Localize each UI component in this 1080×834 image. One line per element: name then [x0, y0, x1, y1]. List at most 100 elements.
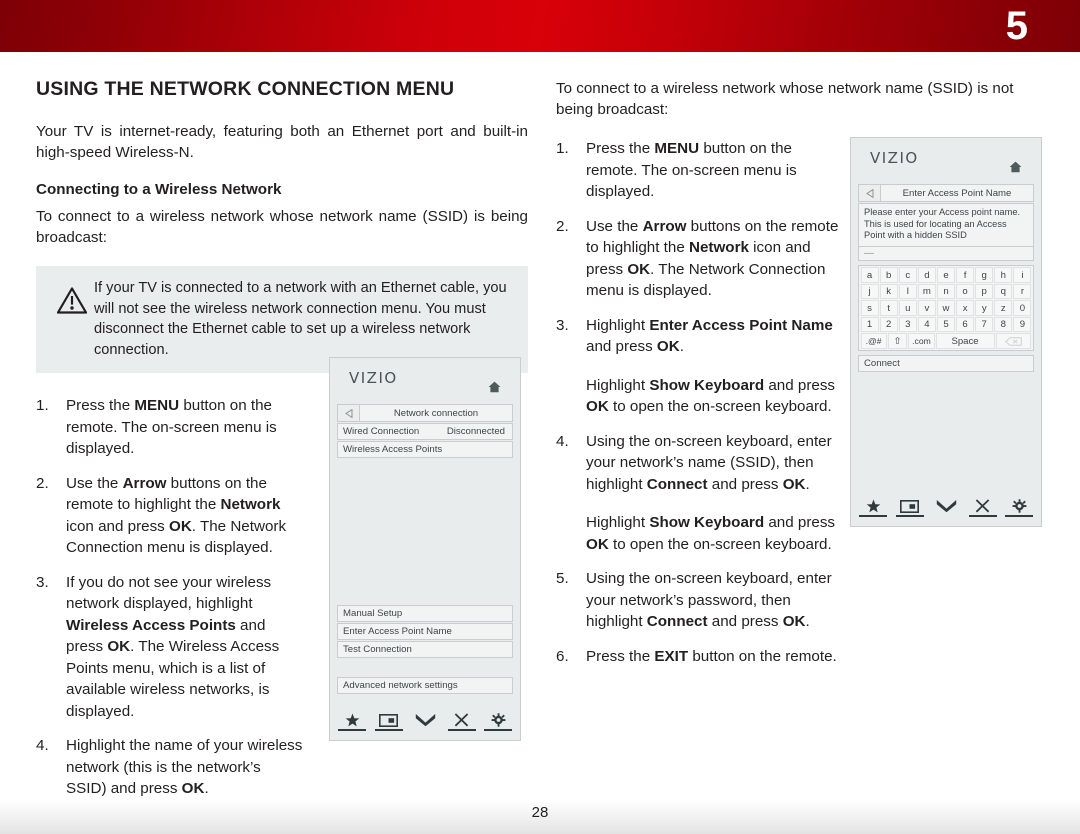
back-arrow-icon[interactable]: [338, 405, 360, 421]
picture-icon[interactable]: [895, 500, 925, 517]
keyboard-key-k[interactable]: k: [879, 283, 898, 300]
step-sub-text: Highlight Show Keyboard and press OK to …: [586, 376, 836, 416]
keyboard-key-i[interactable]: i: [1013, 267, 1032, 283]
keyboard-key-z[interactable]: z: [994, 300, 1013, 316]
star-icon[interactable]: [337, 713, 367, 731]
connect-button[interactable]: Connect: [858, 355, 1034, 373]
star-icon[interactable]: [858, 499, 888, 517]
tv-row-wired-connection[interactable]: Wired Connection Disconnected: [337, 423, 513, 440]
step-text: Highlight the name of your wireless netw…: [66, 737, 303, 797]
step-text: Using the on-screen keyboard, enter your…: [586, 570, 832, 630]
keyboard-key-q[interactable]: q: [994, 283, 1013, 300]
tv-menu-enter-access-point-name: VIZIO Enter Access Point Name Please ent…: [850, 137, 1042, 527]
keyboard-key-1[interactable]: 1: [860, 316, 879, 333]
icon-underline: [338, 729, 366, 731]
keyboard-key-y[interactable]: y: [975, 300, 994, 316]
keyboard-row: .@# ⇧ .com Space: [860, 333, 1032, 350]
tv-row-label: Test Connection: [343, 644, 412, 655]
ssid-input-field[interactable]: —: [858, 245, 1034, 261]
manual-page: 5 USING THE NETWORK CONNECTION MENU Your…: [0, 0, 1080, 834]
step-text: Press the MENU button on the remote. The…: [586, 140, 797, 200]
right-steps-list: 1. Press the MENU button on the remote. T…: [556, 138, 840, 667]
keyboard-key-x[interactable]: x: [956, 300, 975, 316]
gear-icon[interactable]: [483, 713, 513, 731]
keyboard-key-b[interactable]: b: [879, 267, 898, 283]
close-x-icon[interactable]: [447, 713, 477, 731]
page-number: 28: [531, 804, 549, 821]
on-screen-keyboard: a b c d e f g h i j k l m n o p q r s t u v w x y z 0 1 2 3 4 5 6 7 8 9 .@# ⇧…: [858, 264, 1034, 352]
keyboard-key-o[interactable]: o: [956, 283, 975, 300]
step-item: 2. Use the Arrow buttons on the remote to…: [556, 216, 840, 302]
keyboard-key-2[interactable]: 2: [879, 316, 898, 333]
keyboard-key-u[interactable]: u: [898, 300, 917, 316]
keyboard-key-a[interactable]: a: [860, 267, 879, 283]
picture-icon[interactable]: [374, 714, 404, 731]
keyboard-key-e[interactable]: e: [936, 267, 956, 283]
chapter-number: 5: [1005, 4, 1028, 48]
keyboard-key-p[interactable]: p: [975, 283, 994, 300]
vizio-logo: VIZIO: [870, 149, 919, 167]
left-steps-list: 1. Press the MENU button on the remote. T…: [36, 395, 304, 834]
keyboard-key-n[interactable]: n: [936, 283, 956, 300]
keyboard-key-j[interactable]: j: [860, 283, 879, 300]
step-text: Press the MENU button on the remote. The…: [66, 397, 277, 457]
tv-row-enter-access-point-name[interactable]: Enter Access Point Name: [337, 623, 513, 640]
icon-underline: [484, 729, 512, 731]
tv-brand-bar: VIZIO: [858, 144, 1034, 184]
keyboard-key-r[interactable]: r: [1013, 283, 1032, 300]
keyboard-key-4[interactable]: 4: [917, 316, 936, 333]
keyboard-key-space[interactable]: Space: [935, 333, 995, 349]
step-number: 5.: [556, 570, 569, 587]
tv-row-advanced-network-settings[interactable]: Advanced network settings: [337, 677, 513, 694]
keyboard-key-f[interactable]: f: [956, 267, 975, 283]
tv-row-manual-setup[interactable]: Manual Setup: [337, 605, 513, 622]
keyboard-key-symbols[interactable]: .@#: [860, 333, 887, 349]
keyboard-key-d[interactable]: d: [917, 267, 936, 283]
backspace-icon[interactable]: [995, 333, 1032, 349]
back-arrow-icon[interactable]: [859, 185, 881, 201]
step-text: Highlight Enter Access Point Name and pr…: [586, 316, 833, 356]
keyboard-key-c[interactable]: c: [898, 267, 917, 283]
keyboard-key-8[interactable]: 8: [994, 316, 1013, 333]
tv-row-value: Disconnected: [446, 426, 505, 437]
chapter-banner: 5: [0, 0, 1080, 52]
tv-right-icon-bar: [858, 499, 1034, 517]
chevron-down-icon[interactable]: [410, 713, 440, 731]
tv-row-label: Wired Connection: [343, 426, 420, 437]
home-icon[interactable]: [488, 381, 501, 396]
home-icon[interactable]: [1009, 161, 1022, 176]
step-item: 4. Using the on-screen keyboard, enter yo…: [556, 431, 840, 556]
step-item: 3. If you do not see your wireless networ…: [36, 572, 304, 723]
keyboard-key-l[interactable]: l: [898, 283, 917, 300]
step-number: 3.: [36, 573, 49, 591]
connect-button-label: Connect: [864, 358, 900, 370]
step-number: 1.: [556, 140, 569, 157]
step-text: Use the Arrow buttons on the remote to h…: [66, 474, 287, 557]
keyboard-key-v[interactable]: v: [917, 300, 936, 316]
keyboard-key-h[interactable]: h: [994, 267, 1013, 283]
gear-icon[interactable]: [1004, 499, 1034, 517]
keyboard-key-s[interactable]: s: [860, 300, 879, 316]
keyboard-key-shift[interactable]: ⇧: [887, 333, 908, 349]
keyboard-key-t[interactable]: t: [879, 300, 898, 316]
keyboard-key-9[interactable]: 9: [1013, 316, 1032, 333]
keyboard-row: jklmnopqr: [860, 283, 1032, 300]
step-item: 4. Highlight the name of your wireless ne…: [36, 735, 304, 800]
step-number: 6.: [556, 647, 569, 665]
keyboard-key-m[interactable]: m: [917, 283, 936, 300]
keyboard-key-6[interactable]: 6: [956, 316, 975, 333]
step-text: Using the on-screen keyboard, enter your…: [586, 432, 832, 493]
keyboard-key-5[interactable]: 5: [936, 316, 956, 333]
chevron-down-icon[interactable]: [931, 499, 961, 517]
keyboard-key-dotcom[interactable]: .com: [908, 333, 935, 349]
tv-row-test-connection[interactable]: Test Connection: [337, 641, 513, 658]
keyboard-key-w[interactable]: w: [936, 300, 956, 316]
keyboard-key-7[interactable]: 7: [975, 316, 994, 333]
warning-triangle-icon: [50, 278, 94, 315]
keyboard-key-0[interactable]: 0: [1013, 300, 1032, 316]
tv-row-wireless-access-points[interactable]: Wireless Access Points: [337, 441, 513, 458]
warning-callout-text: If your TV is connected to a network wit…: [94, 280, 507, 358]
keyboard-key-g[interactable]: g: [975, 267, 994, 283]
keyboard-key-3[interactable]: 3: [898, 316, 917, 333]
close-x-icon[interactable]: [968, 499, 998, 517]
